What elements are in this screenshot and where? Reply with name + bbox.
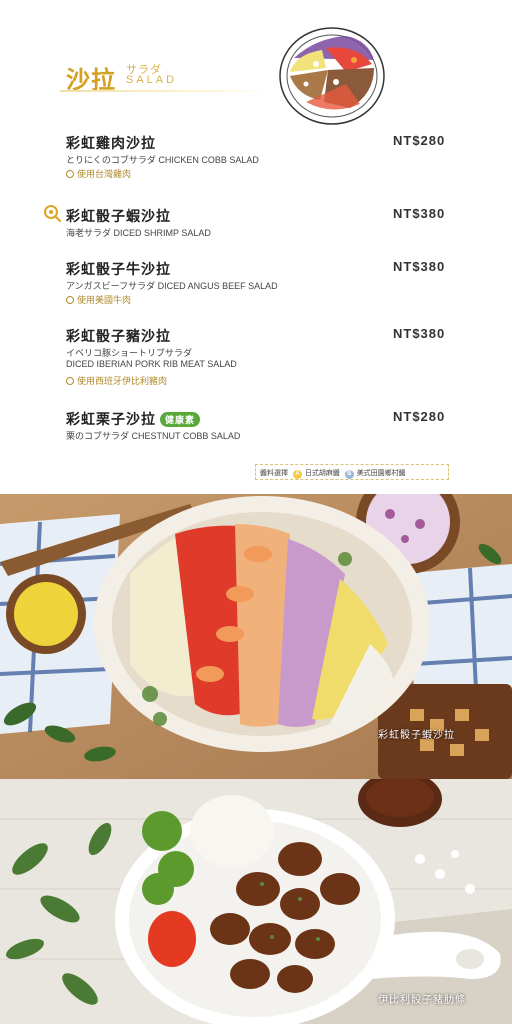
bowl-illustration bbox=[279, 27, 385, 125]
item-subtitle: アンガスビーフサラダ DICED ANGUS BEEF SALAD bbox=[66, 281, 278, 291]
item-name: 彩虹骰子蝦沙拉 bbox=[66, 208, 171, 224]
pork-photo-caption: 伊比利骰子豬肋條 bbox=[378, 995, 466, 1006]
item-name: 彩虹雞肉沙拉 bbox=[66, 135, 156, 151]
item-note: 使用西班牙伊比利豬肉 bbox=[66, 374, 167, 387]
item-subtitle-en: DICED IBERIAN PORK RIB MEAT SALAD bbox=[66, 359, 237, 369]
item-subtitle: 栗のコブサラダ CHESTNUT COBB SALAD bbox=[66, 431, 241, 441]
title-divider bbox=[60, 90, 275, 92]
item-name: 彩虹栗子沙拉 bbox=[66, 411, 156, 427]
item-price: NT$380 bbox=[393, 206, 446, 221]
sauce-a-marker: A bbox=[292, 470, 302, 479]
pork-photo-image bbox=[0, 779, 512, 1024]
item-note-text: 使用台灣雞肉 bbox=[77, 169, 132, 179]
pork-photo: 伊比利骰子豬肋條 bbox=[0, 779, 512, 1024]
item-price: NT$380 bbox=[393, 259, 446, 274]
item-name: 彩虹骰子豬沙拉 bbox=[66, 328, 171, 344]
item-price: NT$280 bbox=[393, 133, 446, 148]
item-note-text: 使用西班牙伊比利豬肉 bbox=[77, 376, 168, 386]
item-name-row: 彩虹栗子沙拉 健康素 bbox=[66, 409, 201, 429]
salad-photo-caption: 彩虹骰子蝦沙拉 bbox=[378, 730, 455, 741]
menu-header: 沙拉 サラダ SALAD bbox=[0, 0, 512, 125]
item-subtitle: イベリコ豚ショートリブサラダ bbox=[66, 348, 193, 358]
recommend-icon bbox=[44, 205, 61, 222]
sauce-b-marker: B bbox=[344, 470, 354, 479]
item-name: 彩虹骰子牛沙拉 bbox=[66, 261, 171, 277]
sauce-label: 醬料選擇 bbox=[260, 470, 288, 477]
sauce-a-label: 日式胡麻醬 bbox=[304, 470, 340, 477]
section-title-en: SALAD bbox=[126, 74, 178, 86]
item-price: NT$280 bbox=[393, 409, 446, 424]
location-pin-icon bbox=[66, 170, 74, 178]
sauce-options: 醬料選擇 A 日式胡麻醬 B 美式田園鄉村醬 bbox=[255, 464, 449, 480]
item-note: 使用美國牛肉 bbox=[66, 293, 131, 306]
item-subtitle: とりにくのコブサラダ CHICKEN COBB SALAD bbox=[66, 155, 259, 165]
item-price: NT$380 bbox=[393, 326, 446, 341]
vegetarian-badge: 健康素 bbox=[160, 412, 201, 427]
location-pin-icon bbox=[66, 377, 74, 385]
location-pin-icon bbox=[66, 296, 74, 304]
item-note-text: 使用美國牛肉 bbox=[77, 295, 132, 305]
item-subtitle: 海老サラダ DICED SHRIMP SALAD bbox=[66, 228, 211, 238]
sauce-b-label: 美式田園鄉村醬 bbox=[356, 470, 406, 477]
salad-photo: 彩虹骰子蝦沙拉 bbox=[0, 494, 512, 779]
item-note: 使用台灣雞肉 bbox=[66, 167, 131, 180]
